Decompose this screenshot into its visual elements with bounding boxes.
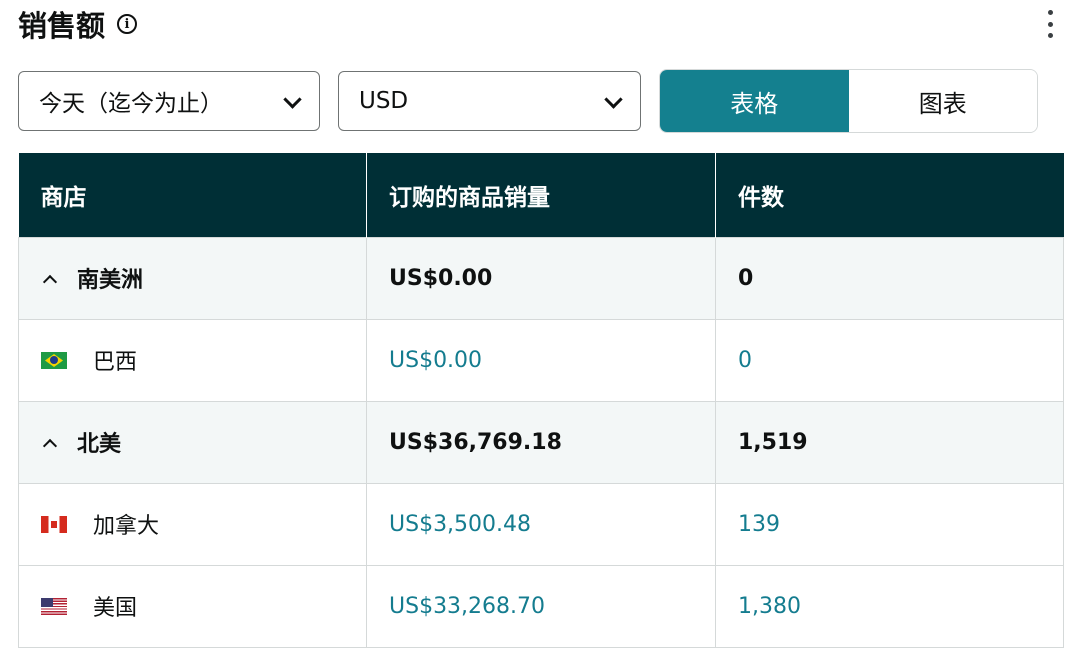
canada-flag-icon (41, 516, 67, 533)
region-name: 南美洲 (77, 268, 144, 293)
table-row-group-south-america: 南美洲 US$0.00 0 (18, 236, 1064, 320)
widget-header: 销售额 i (18, 6, 138, 43)
store-cell: 巴西 (18, 318, 367, 402)
units-cell: 1,519 (715, 400, 1064, 484)
widget-title: 销售额 (18, 9, 106, 43)
column-header-units[interactable]: 件数 (715, 153, 1064, 237)
store-cell: 美国 (18, 564, 367, 648)
table-row-brazil: 巴西 US$0.00 0 (18, 318, 1064, 402)
store-cell: 南美洲 (18, 236, 367, 320)
sales-cell: US$36,769.18 (366, 400, 716, 484)
table-row-usa: 美国 US$33,268.70 1,380 (18, 564, 1064, 648)
kebab-icon[interactable] (1042, 10, 1058, 38)
table-row-canada: 加拿大 US$3,500.48 139 (18, 482, 1064, 566)
units-link[interactable]: 139 (715, 482, 1064, 566)
column-header-sales[interactable]: 订购的商品销量 (366, 153, 716, 237)
view-toggle: 表格 图表 (659, 69, 1038, 133)
units-cell: 0 (715, 236, 1064, 320)
store-name: 巴西 (93, 350, 138, 375)
units-link[interactable]: 1,380 (715, 564, 1064, 648)
date-range-value: 今天（迄今为止） (39, 91, 223, 117)
store-name: 加拿大 (93, 514, 160, 539)
chevron-down-icon (604, 90, 623, 109)
sales-cell: US$0.00 (366, 236, 716, 320)
currency-value: USD (359, 88, 409, 114)
currency-select[interactable]: USD (338, 71, 641, 131)
units-link[interactable]: 0 (715, 318, 1064, 402)
column-header-store[interactable]: 商店 (18, 153, 367, 237)
table-view-button[interactable]: 表格 (660, 70, 849, 132)
store-name: 美国 (93, 596, 138, 621)
sales-link[interactable]: US$33,268.70 (366, 564, 716, 648)
sales-link[interactable]: US$0.00 (366, 318, 716, 402)
store-cell: 北美 (18, 400, 367, 484)
store-cell: 加拿大 (18, 482, 367, 566)
table-row-group-north-america: 北美 US$36,769.18 1,519 (18, 400, 1064, 484)
usa-flag-icon (41, 598, 67, 615)
collapse-caret-icon[interactable] (42, 438, 58, 454)
collapse-caret-icon[interactable] (42, 274, 58, 290)
chevron-down-icon (283, 90, 302, 109)
region-name: 北美 (77, 432, 122, 457)
date-range-select[interactable]: 今天（迄今为止） (18, 71, 320, 131)
sales-table: 商店 订购的商品销量 件数 南美洲 US$0.00 0 巴西 US$0.00 0… (18, 153, 1064, 648)
chart-view-button[interactable]: 图表 (848, 70, 1037, 132)
info-icon[interactable]: i (117, 14, 138, 34)
table-header-row: 商店 订购的商品销量 件数 (18, 153, 1064, 237)
sales-link[interactable]: US$3,500.48 (366, 482, 716, 566)
brazil-flag-icon (41, 352, 67, 369)
